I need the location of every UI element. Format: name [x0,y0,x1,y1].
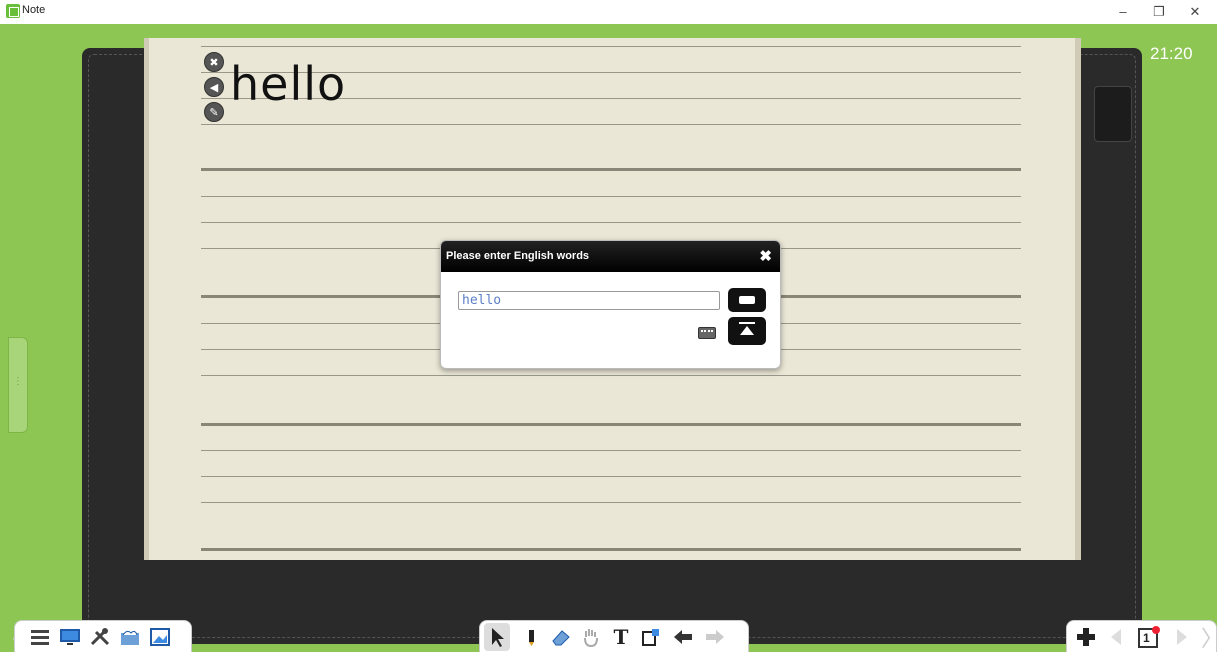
pointer-icon[interactable] [484,623,510,651]
backspace-button[interactable] [728,288,766,312]
pen-icon[interactable] [520,627,542,647]
word-input[interactable]: hello [458,291,720,310]
image-icon[interactable] [149,627,171,647]
next-page-icon[interactable] [1171,627,1193,647]
ruled-line [201,375,1021,376]
delete-word-icon[interactable]: ✖ [204,52,224,72]
ruled-line [201,476,1021,477]
menu-icon[interactable] [29,627,51,647]
dialog-title: Please enter English words [446,250,590,262]
window-title: Note [22,4,46,16]
left-toolbar [14,620,192,652]
close-button[interactable]: ✕ [1175,2,1215,22]
eraser-icon[interactable] [550,627,572,647]
redo-icon[interactable] [704,627,726,647]
undo-icon[interactable] [672,627,694,647]
tools-icon[interactable] [89,627,111,647]
ruled-line [201,196,1021,197]
add-page-icon[interactable] [1075,627,1097,647]
minimize-button[interactable]: – [1103,2,1143,22]
ruled-line [201,124,1021,125]
collapse-right-icon[interactable]: 〉 [1201,621,1217,652]
ruled-line [201,450,1021,451]
ruled-line [201,502,1021,503]
ruled-line [201,423,1021,426]
center-toolbar: T [479,620,749,652]
side-panel-tab[interactable]: ⋮ [8,337,28,433]
edit-pencil-icon[interactable]: ✎ [204,102,224,122]
screen-icon[interactable] [59,627,81,647]
app-icon [6,4,20,18]
title-bar: Note – ❐ ✕ [0,0,1217,24]
clock: 21:20 [1150,44,1193,63]
enter-words-dialog: Please enter English words ✖ hello [440,240,781,369]
ruled-line [201,46,1021,47]
scroll-handle[interactable] [1094,86,1132,142]
right-toolbar: 1 〉 [1066,620,1217,652]
keyboard-icon[interactable] [698,327,716,339]
ruled-line [201,548,1021,551]
speaker-icon[interactable]: ◀ [204,77,224,97]
ruled-line [201,168,1021,171]
hand-icon[interactable] [580,627,602,647]
text-icon[interactable]: T [610,627,632,647]
restore-button[interactable]: ❐ [1139,2,1179,22]
note-word[interactable]: hello [230,56,346,112]
prev-page-icon[interactable] [1105,627,1127,647]
dialog-close-button[interactable]: ✖ [759,247,772,265]
ruled-line [201,222,1021,223]
page-number: 1 [1143,631,1150,645]
submit-upload-button[interactable] [728,317,766,345]
shape-icon[interactable] [640,627,662,647]
grip-icon: ⋮ [13,376,23,387]
cloud-photo-icon[interactable] [119,627,141,647]
